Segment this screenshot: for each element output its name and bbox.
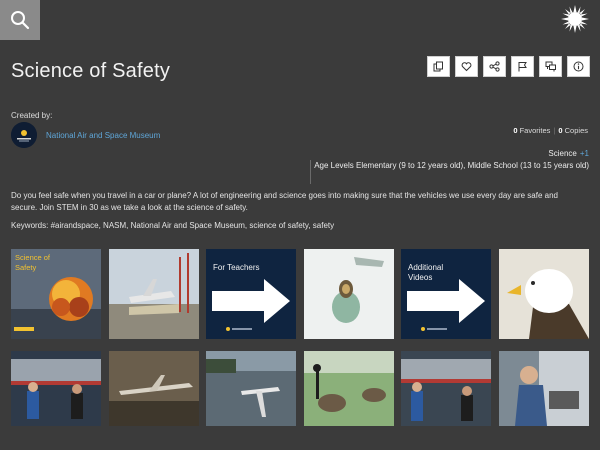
info-icon	[573, 61, 584, 72]
copies-count: 0	[558, 126, 563, 135]
creator-avatar[interactable]	[11, 122, 37, 148]
creator-name-link[interactable]: National Air and Space Museum	[46, 131, 160, 140]
search-button[interactable]	[0, 0, 40, 40]
share-button[interactable]	[483, 56, 506, 77]
flag-button[interactable]	[511, 56, 534, 77]
favorites-label: Favorites	[519, 126, 551, 135]
museum-logo-icon	[11, 122, 37, 148]
creator: National Air and Space Museum	[11, 122, 160, 148]
resource-tile[interactable]	[108, 351, 199, 426]
resource-tile[interactable]	[498, 351, 589, 426]
copies-label: Copies	[564, 126, 588, 135]
created-by-label: Created by:	[11, 111, 53, 120]
favorite-button[interactable]	[455, 56, 478, 77]
lab-experiment-thumbnail	[498, 351, 589, 426]
resource-tile[interactable]	[303, 351, 394, 426]
share-icon	[489, 61, 500, 72]
aircraft-crash-test-thumbnail	[108, 249, 199, 339]
info-button[interactable]	[567, 56, 590, 77]
presenters-aircraft-thumbnail	[11, 351, 101, 426]
flag-icon	[518, 62, 527, 72]
tile-label: Science of Safety	[15, 253, 51, 272]
top-bar	[0, 0, 600, 40]
presenters-hangar-thumbnail	[401, 351, 491, 426]
divider	[310, 160, 311, 184]
comment-button[interactable]	[539, 56, 562, 77]
subject-more-link[interactable]: +1	[580, 148, 589, 160]
stats: 0 Favorites | 0 Copies	[513, 126, 588, 135]
favorites-count: 0	[513, 126, 518, 135]
action-toolbar	[427, 56, 590, 77]
resource-grid: Science of Safety For Teachers Additiona…	[11, 249, 589, 426]
tile-label: For Teachers	[213, 263, 260, 272]
heart-icon	[461, 62, 472, 72]
copy-icon	[433, 61, 443, 72]
description: Do you feel safe when you travel in a ca…	[11, 191, 558, 212]
tile-label: Additional Videos	[408, 263, 444, 282]
subject: Science	[548, 149, 577, 158]
vintage-airliner-thumbnail	[108, 351, 199, 426]
keywords: Keywords: #airandspace, NASM, National A…	[11, 221, 335, 230]
resource-meta: Science +1 Age Levels Elementary (9 to 12…	[314, 148, 589, 172]
resource-tile[interactable]	[206, 351, 296, 426]
comment-icon	[545, 61, 556, 72]
page-title: Science of Safety	[11, 60, 171, 82]
resource-tile[interactable]: Science of Safety	[11, 249, 101, 339]
resource-tile[interactable]	[11, 351, 101, 426]
resource-tile[interactable]	[108, 249, 199, 339]
resource-tile[interactable]: For Teachers	[206, 249, 296, 339]
egg-drop-thumbnail	[303, 249, 394, 339]
resource-tile[interactable]: Additional Videos	[401, 249, 491, 339]
age-levels: Age Levels Elementary (9 to 12 years old…	[314, 161, 589, 170]
search-icon	[11, 11, 30, 30]
resource-tile[interactable]	[498, 249, 589, 339]
geese-thumbnail	[303, 351, 394, 426]
resource-tile[interactable]	[303, 249, 394, 339]
resource-tile[interactable]	[401, 351, 491, 426]
copy-button[interactable]	[427, 56, 450, 77]
bald-eagle-thumbnail	[498, 249, 589, 339]
sun-logo-icon[interactable]	[560, 4, 590, 34]
plane-on-river-thumbnail	[206, 351, 296, 426]
